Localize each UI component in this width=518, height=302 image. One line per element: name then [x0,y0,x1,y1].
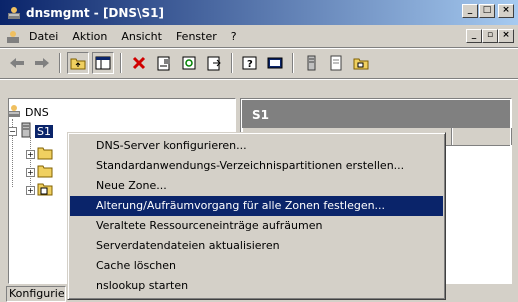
mdi-restore-button[interactable]: ▫ [482,29,498,43]
zone-folder-icon[interactable] [350,52,372,74]
toolbar-separator [59,53,61,73]
forward-button[interactable] [31,52,53,74]
details-header: S1 [242,100,510,128]
maximize-button[interactable]: □ [479,4,495,18]
toolbar-separator [120,53,122,73]
mdi-controls: _ ▫ × [466,29,514,43]
refresh-icon[interactable] [178,52,200,74]
back-button[interactable] [6,52,28,74]
page-icon[interactable] [325,52,347,74]
toolbar-separator [292,53,294,73]
export-list-icon[interactable] [203,52,225,74]
menu-ansicht[interactable]: Ansicht [114,28,169,45]
mdi-minimize-button[interactable]: _ [466,29,482,43]
toolbar: ? [0,50,518,76]
minimize-button[interactable]: _ [462,4,478,18]
menu-datei[interactable]: Datei [22,28,65,45]
folder-icon [37,146,53,163]
help-icon[interactable]: ? [239,52,261,74]
show-hide-tree-icon[interactable] [92,52,114,74]
up-folder-icon[interactable] [67,52,89,74]
collapse-toggle[interactable]: − [8,127,17,136]
tree-label-s1: S1 [35,125,53,138]
menu-item-standardanwendungs-partitionen[interactable]: Standardanwendungs-Verzeichnispartitione… [70,156,443,176]
menu-item-neue-zone[interactable]: Neue Zone... [70,176,443,196]
tree-child-3[interactable]: + [26,182,53,199]
title-bar[interactable]: dnsmgmt - [DNS\S1] [0,0,518,25]
folder-icon [37,164,53,181]
menu-item-serverdatendateien-aktualisieren[interactable]: Serverdatendateien aktualisieren [70,236,443,256]
delete-icon[interactable] [128,52,150,74]
console-icon[interactable] [264,52,286,74]
context-menu: DNS-Server konfigurieren... Standardanwe… [67,132,446,300]
properties-icon[interactable] [153,52,175,74]
menu-item-alterung-aufraeumvorgang[interactable]: Alterung/Aufräumvorgang für alle Zonen f… [70,196,443,216]
tree-label-dns: DNS [25,106,49,119]
menu-item-nslookup-starten[interactable]: nslookup starten [70,276,443,296]
mmc-icon[interactable] [4,29,22,45]
mdi-close-button[interactable]: × [498,29,514,43]
toolbar-separator [231,53,233,73]
close-button[interactable]: × [498,4,514,18]
server-icon[interactable] [300,52,322,74]
menu-item-cache-loeschen[interactable]: Cache löschen [70,256,443,276]
menu-help[interactable]: ? [224,28,244,45]
menu-fenster[interactable]: Fenster [169,28,224,45]
window-title: dnsmgmt - [DNS\S1] [26,5,164,20]
tree-child-1[interactable]: + [26,146,53,163]
expand-toggle[interactable]: + [26,150,35,159]
svg-text:?: ? [247,59,253,70]
toolbar-separator-line [0,78,518,80]
expand-toggle[interactable]: + [26,186,35,195]
menu-item-dns-server-konfigurieren[interactable]: DNS-Server konfigurieren... [70,136,443,156]
dns-icon [6,103,22,122]
menu-bar: Datei Aktion Ansicht Fenster ? [0,27,518,46]
status-bar: Konfigurie [6,286,66,302]
window-controls: _ □ × [462,4,514,18]
menu-item-veraltete-eintraege-aufraeumen[interactable]: Veraltete Ressourceneinträge aufräumen [70,216,443,236]
tree-child-2[interactable]: + [26,164,53,181]
menu-aktion[interactable]: Aktion [65,28,114,45]
column-header-2[interactable] [452,128,512,145]
menu-separator [0,47,518,49]
dns-app-icon [6,5,22,21]
expand-toggle[interactable]: + [26,168,35,177]
event-log-icon [37,182,53,199]
